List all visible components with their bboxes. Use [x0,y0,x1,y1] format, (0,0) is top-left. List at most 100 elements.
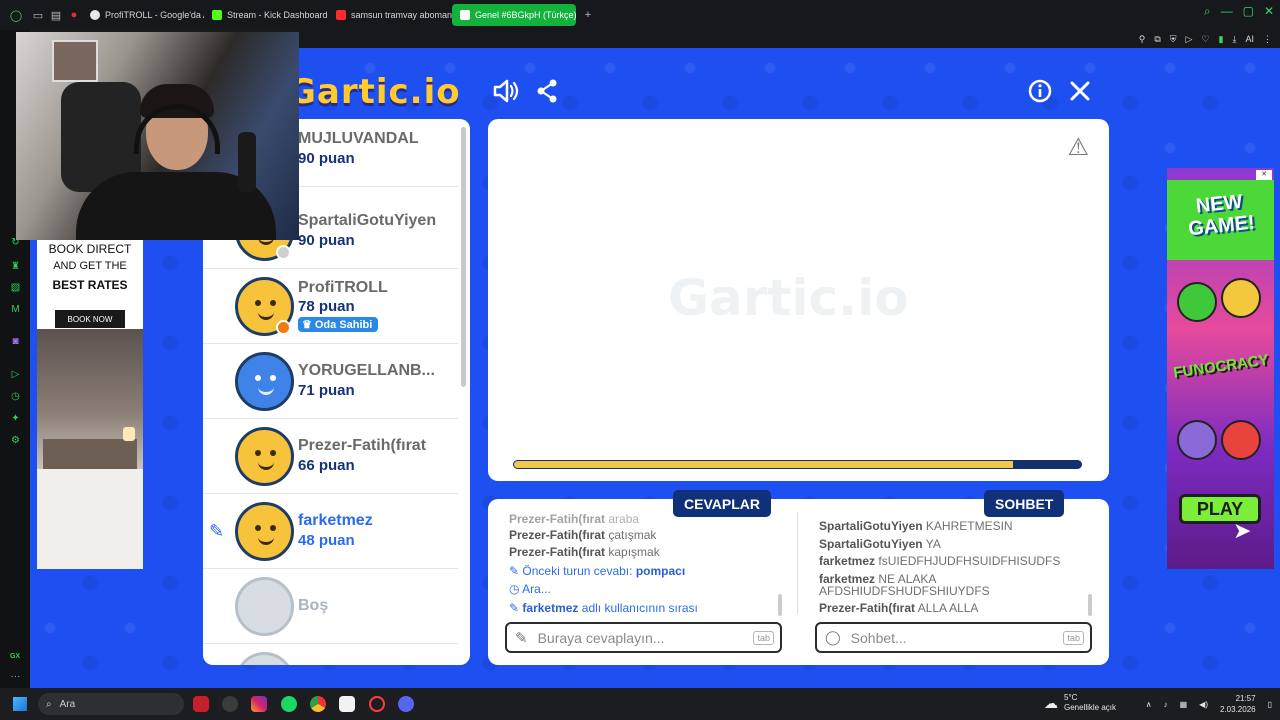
hotel-ad[interactable]: BOOK DIRECT AND GET THE BEST RATES BOOK … [37,238,143,569]
chat-message: farketmez fsUIEDFHJUDFHSUIDFHISUDFS [819,554,1060,568]
msg-text: YA [925,537,941,551]
tab-google[interactable]: ProfiTROLL - Google'da Ar [82,4,204,26]
chevron-up-icon[interactable]: ∧ [1146,700,1152,709]
report-warning-icon[interactable]: ⚠ [1067,133,1089,162]
close-icon [1070,81,1090,101]
weather-temp: 5°C [1064,693,1078,702]
cursor-icon: ➤ [1233,518,1252,543]
status-dot [276,245,291,260]
webcam-overlay [16,32,299,240]
player-row[interactable]: YORUGELLANB... 71 puan [203,344,458,419]
screenshot-icon[interactable]: ⧉ [1154,34,1160,45]
pencil-icon: ✎ [209,521,225,541]
mic-icon[interactable]: ♪ [1164,700,1168,709]
answer-placeholder: Buraya cevaplayın... [537,629,665,646]
badge-label: Oda Sahibi [314,318,373,331]
tab-youtube[interactable]: samsun tramvay aboman [328,4,452,26]
settings-icon[interactable]: ⚙ [9,434,22,447]
kick-favicon-icon [212,10,222,20]
more-vertical-icon[interactable]: ⋮ [1263,34,1272,45]
ad-close-icon[interactable]: ✕ [1256,170,1272,180]
chrome-icon[interactable] [310,696,326,712]
searching-message: ◷ Ara... [509,582,551,596]
google-favicon-icon [90,10,100,20]
answers-tab[interactable]: CEVAPLAR [673,490,771,517]
msg-user: SpartaliGotuYiyen [819,537,923,551]
chat-scrollbar[interactable] [1088,594,1092,616]
capcut-icon[interactable] [339,696,355,712]
gx-store-icon[interactable]: ♜ [9,260,22,273]
spotify-icon[interactable] [281,696,297,712]
weather-widget[interactable]: ☁ 5°C Genellikle açık [1044,693,1116,713]
chat-input[interactable]: ◯ Sohbet... tab [815,622,1092,653]
ai-button[interactable]: AI [1245,34,1254,44]
player-row-drawing[interactable]: ✎ farketmez 48 puan [203,494,458,569]
network-icon[interactable]: ▦ [1180,700,1188,709]
msg-user: Prezer-Fatih(fırat [509,545,606,559]
play-icon[interactable]: ▷ [1186,34,1193,45]
window-controls: ⌕ — ▢ ✕ [1204,4,1274,19]
game-ad[interactable]: ✕ NEW GAME! FUNOCRACY PLAY ➤ [1167,168,1274,569]
answers-scrollbar[interactable] [778,594,782,616]
close-button[interactable] [1066,77,1094,105]
player-icon[interactable]: ▷ [9,368,22,381]
player-avatar [235,352,294,411]
msg-user: Prezer-Fatih(fırat [509,528,606,542]
chat-tab[interactable]: SOHBET [984,490,1065,517]
drawing-canvas[interactable]: Gartic.io ⚠ [488,119,1109,481]
discord-icon[interactable] [398,696,414,712]
volume-icon[interactable]: ◀) [1199,700,1208,709]
wallet-icon[interactable]: ▮ [1219,34,1224,45]
search-label: Ara [59,698,76,710]
info-button[interactable] [1026,77,1054,105]
windows-start-icon[interactable] [13,697,27,711]
shield-icon[interactable]: ⛨ [1170,34,1177,45]
gx-messenger-icon[interactable]: M [9,303,22,316]
answer-input[interactable]: ✎ Buraya cevaplayın... tab [505,622,782,653]
system-tray: ∧ ♪ ▦ ◀) 21:57 2.03.2026 ▯ [1146,688,1272,720]
opera-gx-icon[interactable] [369,696,385,712]
more-icon[interactable]: ··· [9,670,22,683]
download-icon[interactable]: ⤓ [1233,34,1237,45]
wall-poster [52,40,98,82]
taskbar-search[interactable]: ⌕ Ara [38,693,184,715]
record-icon[interactable]: ● [66,7,82,23]
doc-icon[interactable]: ▤ [48,7,64,23]
book-now-button[interactable]: BOOK NOW [55,310,125,328]
new-tab-button[interactable]: + [580,7,596,23]
game-app-icon[interactable] [193,696,209,712]
ad-brand: FUNOCRACY [1172,351,1270,382]
extensions-icon[interactable]: ✦ [9,412,22,425]
gx-corner-icon[interactable]: ▧ [9,281,22,294]
close-window-icon[interactable]: ✕ [1264,4,1274,19]
player-row[interactable]: Prezer-Fatih(fırat 66 puan [203,419,458,494]
maximize-icon[interactable]: ▢ [1243,4,1254,19]
ad-line: AND GET THE [53,260,127,272]
instagram-icon[interactable] [251,696,267,712]
player-row[interactable]: ProfiTROLL 78 puan ♛ Oda Sahibi [203,269,458,344]
pin-icon[interactable]: ⚲ [1139,34,1146,45]
tab-gartic[interactable]: Genel #6BGkpH (Türkçe) [452,4,576,26]
player-list-scrollbar[interactable] [461,127,466,387]
browser-toolbar: ⚲ ⧉ ⛨ ▷ ♡ ▮ ⤓ AI ⋮ [300,30,1280,48]
share-button[interactable] [533,77,561,105]
sound-button[interactable] [492,77,520,105]
turn-message: ✎ farketmez adlı kullanıcının sırası [509,601,698,615]
prev-answer-label: Önceki turun cevabı: [522,564,633,578]
msg-text: çatışmak [608,528,657,542]
app-icon[interactable] [222,696,238,712]
minimize-icon[interactable]: — [1221,4,1233,19]
search-icon[interactable]: ⌕ [1204,4,1211,19]
opera-menu-icon[interactable]: ◯ [8,7,24,23]
tab-manager-icon[interactable]: ▭ [30,7,46,23]
clock[interactable]: 21:57 2.03.2026 [1220,693,1256,715]
thumbs-up-character-icon [1177,282,1217,322]
notification-icon[interactable]: ▯ [1268,700,1272,709]
room-owner-badge: ♛ Oda Sahibi [298,317,379,332]
player-row-empty: Boş [203,569,458,644]
twitch-icon[interactable]: ◙ [9,335,22,348]
tab-kick[interactable]: Stream - Kick Dashboard [204,4,328,26]
heart-icon[interactable]: ♡ [1201,34,1209,45]
history-icon[interactable]: ◷ [9,390,22,403]
character-face-icon [1221,278,1261,318]
